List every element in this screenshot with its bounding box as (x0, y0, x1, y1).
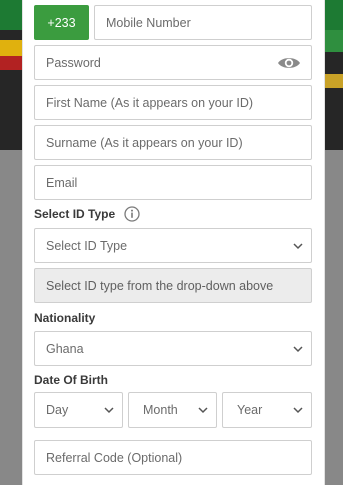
id-type-label: Select ID Type (34, 207, 116, 221)
id-number-input: Select ID type from the drop-down above (34, 268, 312, 303)
dob-day-select[interactable]: Day (34, 392, 123, 428)
info-icon[interactable] (124, 206, 140, 222)
chevron-down-icon (293, 407, 303, 414)
surname-input[interactable]: Surname (As it appears on your ID) (34, 125, 312, 160)
country-code-label: +233 (47, 15, 76, 30)
nationality-selected: Ghana (46, 341, 84, 356)
chevron-down-icon (293, 242, 303, 249)
id-type-selected: Select ID Type (46, 238, 128, 253)
backdrop-decor (0, 56, 24, 70)
dob-day-selected: Day (46, 403, 69, 417)
dob-year-selected: Year (237, 403, 263, 417)
mobile-number-placeholder: Mobile Number (106, 15, 191, 30)
first-name-input[interactable]: First Name (As it appears on your ID) (34, 85, 312, 120)
dob-month-selected: Month (143, 403, 178, 417)
country-code-button[interactable]: +233 (34, 5, 89, 40)
backdrop-decor (0, 40, 24, 56)
dob-year-select[interactable]: Year (222, 392, 312, 428)
id-type-select[interactable]: Select ID Type (34, 228, 312, 263)
chevron-down-icon (104, 407, 114, 414)
surname-placeholder: Surname (As it appears on your ID) (46, 135, 243, 150)
chevron-down-icon (198, 407, 208, 414)
email-placeholder: Email (46, 175, 78, 190)
eye-icon[interactable] (277, 55, 301, 71)
nationality-select[interactable]: Ghana (34, 331, 312, 366)
id-number-placeholder: Select ID type from the drop-down above (46, 278, 274, 293)
referral-code-input[interactable]: Referral Code (Optional) (34, 440, 312, 475)
chevron-down-icon (293, 345, 303, 352)
mobile-number-input[interactable]: Mobile Number (94, 5, 312, 40)
dob-month-select[interactable]: Month (128, 392, 217, 428)
password-input[interactable]: Password (34, 45, 312, 80)
first-name-placeholder: First Name (As it appears on your ID) (46, 95, 254, 110)
email-input[interactable]: Email (34, 165, 312, 200)
password-placeholder: Password (46, 55, 101, 70)
date-of-birth-label: Date Of Birth (34, 373, 109, 387)
nationality-label: Nationality (34, 311, 96, 325)
referral-code-placeholder: Referral Code (Optional) (46, 450, 183, 465)
